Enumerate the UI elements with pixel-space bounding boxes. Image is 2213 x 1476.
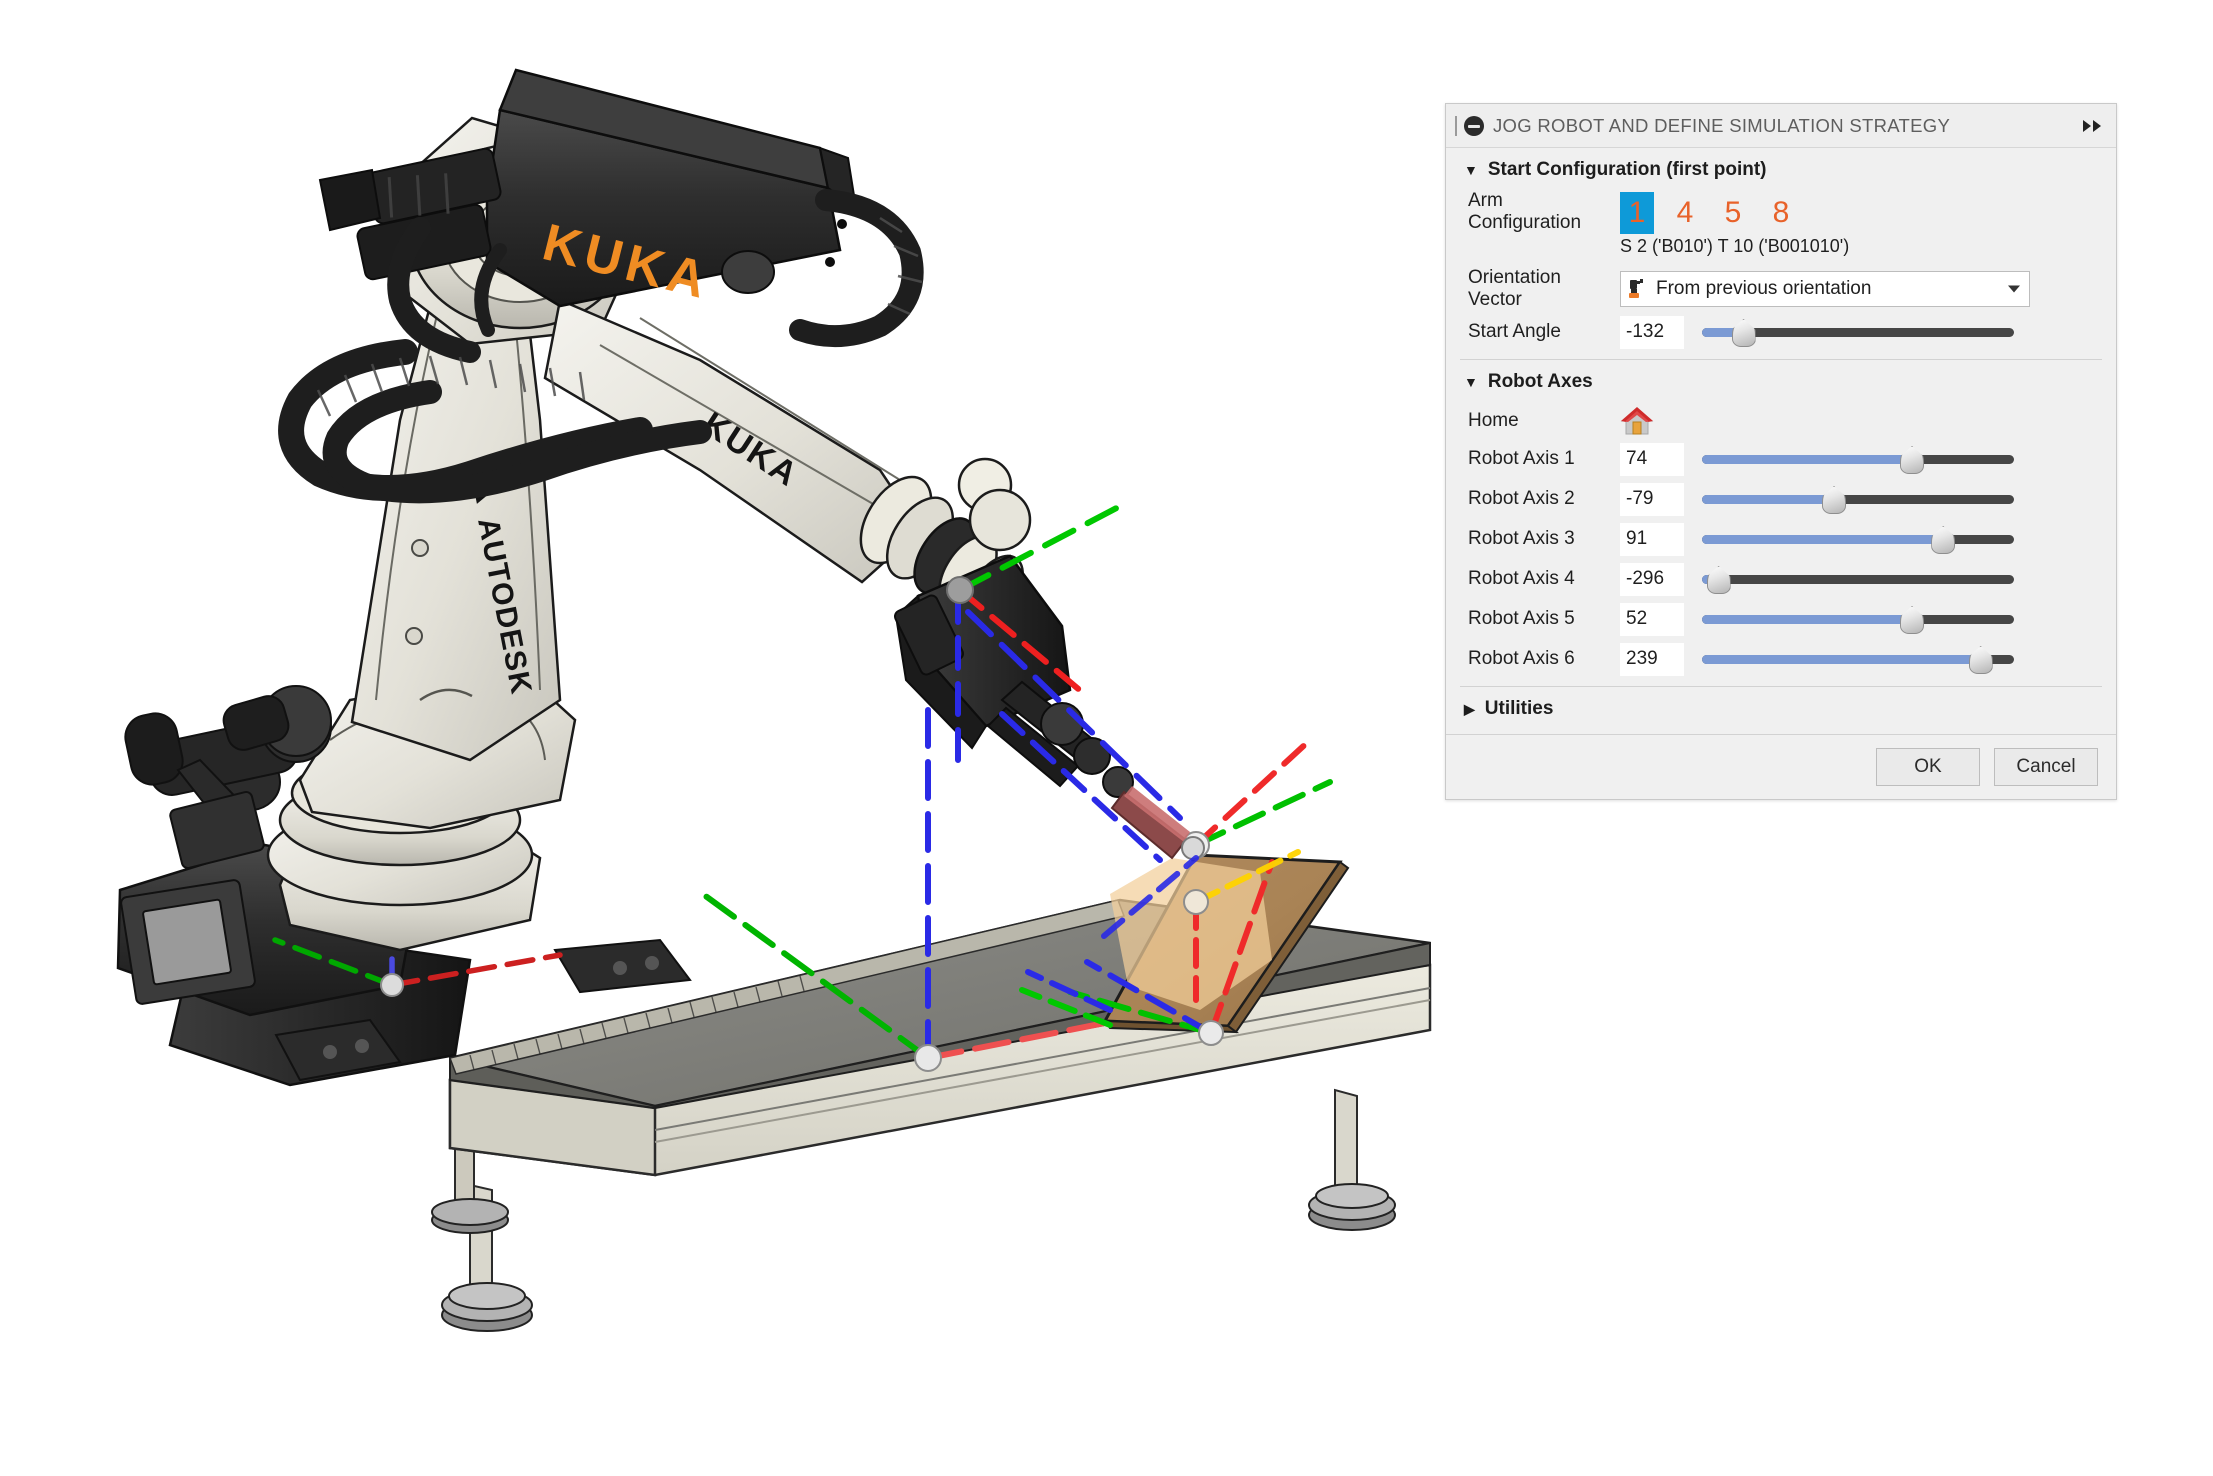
- start-angle-row: Start Angle -132: [1446, 313, 2116, 351]
- home-label: Home: [1468, 410, 1620, 432]
- tool-tip-triad: [1183, 740, 1330, 858]
- slider-knob[interactable]: [1900, 446, 1924, 474]
- ok-button[interactable]: OK: [1876, 748, 1980, 786]
- orientation-vector-row: Orientation Vector From previous orienta…: [1446, 267, 2116, 311]
- start-angle-slider[interactable]: [1702, 318, 2014, 346]
- home-icon[interactable]: [1620, 405, 1654, 437]
- robot-axis-row: Robot Axis 5 52: [1446, 600, 2116, 638]
- section-utilities-label: Utilities: [1485, 698, 1554, 720]
- slider-knob[interactable]: [1822, 486, 1846, 514]
- home-glyph: [1620, 405, 1654, 437]
- robot-axis-1-slider[interactable]: [1702, 445, 2014, 473]
- robot-axes-list: Robot Axis 1 74 Robot Axis 2 -79 Robot: [1446, 440, 2116, 678]
- robot-axis-3-input[interactable]: 91: [1620, 523, 1684, 556]
- robot-axis-6-input[interactable]: 239: [1620, 643, 1684, 676]
- minus-circle-icon[interactable]: [1464, 116, 1484, 136]
- panel-header[interactable]: JOG ROBOT AND DEFINE SIMULATION STRATEGY: [1446, 104, 2116, 148]
- robot-axis-6-slider[interactable]: [1702, 645, 2014, 673]
- robot-axis-4-label: Robot Axis 4: [1468, 568, 1620, 590]
- robot-axis-3-slider[interactable]: [1702, 525, 2014, 553]
- section-start-configuration[interactable]: ▼ Start Configuration (first point): [1446, 148, 2116, 190]
- jog-robot-panel[interactable]: JOG ROBOT AND DEFINE SIMULATION STRATEGY…: [1445, 103, 2117, 800]
- tool-tip: [1182, 837, 1204, 859]
- robot-axis-3-label: Robot Axis 3: [1468, 528, 1620, 550]
- slider-knob[interactable]: [1707, 566, 1731, 594]
- panel-title: JOG ROBOT AND DEFINE SIMULATION STRATEGY: [1493, 115, 1950, 137]
- slider-track: [1702, 575, 2014, 584]
- robot-arm-icon: [1627, 278, 1649, 300]
- robot-axis-row: Robot Axis 6 239: [1446, 640, 2116, 678]
- slider-knob[interactable]: [1732, 319, 1756, 347]
- double-arrow-right-glyph: [2082, 119, 2104, 133]
- panel-drag-handle[interactable]: [1452, 115, 1461, 137]
- slider-knob[interactable]: [1931, 526, 1955, 554]
- slider-fill: [1702, 495, 1833, 504]
- orientation-vector-select[interactable]: From previous orientation: [1620, 271, 2030, 307]
- slider-fill: [1702, 535, 1942, 544]
- robot-axis-1-label: Robot Axis 1: [1468, 448, 1620, 470]
- robot-axis-2-slider[interactable]: [1702, 485, 2014, 513]
- arm-config-option-8[interactable]: 8: [1764, 192, 1798, 234]
- chevron-down-icon: ▼: [1464, 375, 1478, 389]
- end-effector: [893, 556, 1204, 859]
- slider-knob[interactable]: [1969, 646, 1993, 674]
- slider-fill: [1702, 615, 1911, 624]
- panel-footer: OK Cancel: [1446, 734, 2116, 799]
- section-utilities[interactable]: ▶ Utilities: [1446, 687, 2116, 734]
- cancel-button[interactable]: Cancel: [1994, 748, 2098, 786]
- start-angle-label: Start Angle: [1468, 321, 1620, 343]
- robot-axis-2-label: Robot Axis 2: [1468, 488, 1620, 510]
- robot-axis-1-input[interactable]: 74: [1620, 443, 1684, 476]
- orientation-vector-value: From previous orientation: [1656, 278, 1871, 300]
- robot-axis-row: Robot Axis 4 -296: [1446, 560, 2116, 598]
- arm-configuration-row: Arm Configuration 1 4 5 8: [1446, 190, 2116, 234]
- arm-configuration-note: S 2 ('B010') T 10 ('B001010'): [1468, 234, 2116, 267]
- chevron-right-icon: ▶: [1464, 702, 1475, 716]
- robot-axis-4-input[interactable]: -296: [1620, 563, 1684, 596]
- robot-axis-row: Robot Axis 1 74: [1446, 440, 2116, 478]
- orientation-vector-label: Orientation Vector: [1468, 267, 1620, 311]
- slider-knob[interactable]: [1900, 606, 1924, 634]
- kuka-control-box: KUKA: [487, 70, 856, 311]
- section-start-configuration-label: Start Configuration (first point): [1488, 159, 1767, 181]
- panel-body: ▼ Start Configuration (first point) Arm …: [1446, 148, 2116, 734]
- robot-axis-4-slider[interactable]: [1702, 565, 2014, 593]
- robot-axis-5-input[interactable]: 52: [1620, 603, 1684, 636]
- arm-config-option-1[interactable]: 1: [1620, 192, 1654, 234]
- arm-config-option-5[interactable]: 5: [1716, 192, 1750, 234]
- double-arrow-right-icon[interactable]: [2080, 113, 2106, 139]
- robot-axis-5-slider[interactable]: [1702, 605, 2014, 633]
- table-leg: [1309, 1090, 1395, 1230]
- chevron-down-icon: ▼: [1464, 163, 1478, 177]
- chevron-down-icon[interactable]: [2008, 286, 2020, 293]
- start-angle-input[interactable]: -132: [1620, 316, 1684, 349]
- arm-config-option-4[interactable]: 4: [1668, 192, 1702, 234]
- robot-axis-2-input[interactable]: -79: [1620, 483, 1684, 516]
- section-robot-axes[interactable]: ▼ Robot Axes: [1446, 360, 2116, 402]
- robot-axis-row: Robot Axis 2 -79: [1446, 480, 2116, 518]
- arm-configuration-label: Arm Configuration: [1468, 190, 1620, 234]
- robot-arm-glyph: [1627, 278, 1649, 300]
- robot-axis-row: Robot Axis 3 91: [1446, 520, 2116, 558]
- section-robot-axes-label: Robot Axes: [1488, 371, 1593, 393]
- slider-fill: [1702, 455, 1911, 464]
- robot-axis-5-label: Robot Axis 5: [1468, 608, 1620, 630]
- arm-configuration-options: 1 4 5 8: [1620, 192, 1812, 234]
- slider-fill: [1702, 655, 1980, 664]
- home-row: Home: [1446, 402, 2116, 440]
- robot-axis-6-label: Robot Axis 6: [1468, 648, 1620, 670]
